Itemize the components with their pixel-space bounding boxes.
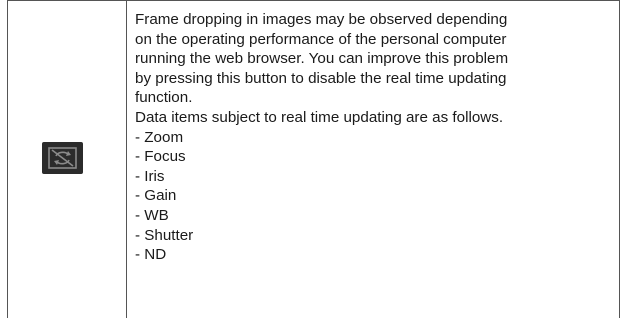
list-item: - Focus <box>135 148 186 166</box>
description-line: on the operating performance of the pers… <box>135 30 507 48</box>
icon-cell <box>8 1 127 318</box>
list-item: - Zoom <box>135 128 184 146</box>
realtime-update-disable-icon <box>48 147 77 169</box>
description-line: by pressing this button to disable the r… <box>135 69 507 87</box>
list-item: - Iris <box>135 167 165 185</box>
realtime-update-button <box>42 142 83 174</box>
description-line: function. <box>135 89 193 107</box>
list-item: - Gain <box>135 187 177 205</box>
description-line: running the web browser. You can improve… <box>135 50 509 68</box>
description-cell: Frame dropping in images may be observed… <box>127 1 619 318</box>
list-item: - ND <box>135 246 167 264</box>
items-intro: Data items subject to real time updating… <box>135 108 504 126</box>
description-line: Frame dropping in images may be observed… <box>135 11 508 28</box>
description-table: Frame dropping in images may be observed… <box>7 0 620 318</box>
list-item: - Shutter <box>135 226 194 244</box>
list-item: - WB <box>135 206 169 224</box>
